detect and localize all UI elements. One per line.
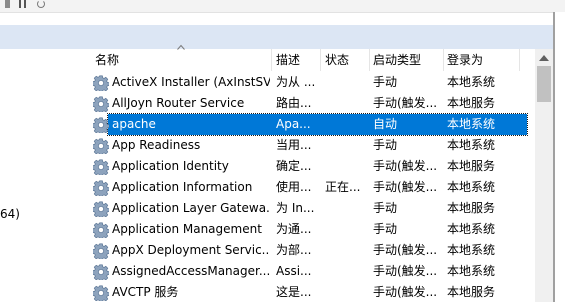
service-startup-type: 手动(触发... [373, 285, 438, 299]
service-description: 为从 ... [276, 75, 316, 89]
service-log-on-as: 本地系统 [447, 243, 496, 257]
gear-icon [92, 117, 110, 135]
pause-icon[interactable] [19, 0, 26, 8]
table-row[interactable]: Application Layer Gatewa... 为 In... 手动 本地服务 [84, 198, 534, 219]
gear-icon [92, 243, 110, 261]
service-log-on-as: 本地系统 [447, 75, 496, 89]
gear-icon [92, 264, 110, 282]
service-startup-type: 自动 [373, 117, 398, 131]
service-startup-type: 手动(触发... [373, 180, 438, 194]
vertical-scrollbar[interactable] [535, 49, 553, 302]
window-edge [555, 12, 565, 302]
service-description: 这是... [276, 285, 312, 299]
table-row[interactable]: AppX Deployment Servic... 为部... 手动(触发... 本地… [84, 240, 534, 261]
gear-icon [92, 75, 110, 93]
service-startup-type: 手动(触发... [373, 96, 438, 110]
service-log-on-as: 本地系统 [447, 117, 496, 131]
service-log-on-as: 本地服务 [447, 96, 496, 110]
gear-icon [92, 222, 110, 240]
service-log-on-as: 本地服务 [447, 285, 496, 299]
service-log-on-as: 本地服务 [447, 159, 496, 173]
table-row[interactable]: ActiveX Installer (AxInstSV) 为从 ... 手动 本地系统 [84, 72, 534, 93]
column-headers: 名称 描述 状态 启动类型 登录为 [84, 49, 534, 71]
table-row[interactable]: App Readiness 当用... 手动 本地系统 [84, 135, 534, 156]
description-pane: 64) [0, 49, 84, 302]
service-description: 使用... [276, 180, 312, 194]
gear-icon [92, 96, 110, 114]
service-startup-type: 手动(触发... [373, 264, 438, 278]
service-name: AssignedAccessManager... [112, 264, 270, 278]
service-description: Assi... [276, 264, 312, 278]
service-description: 为 In... [276, 201, 315, 215]
service-status: 正在... [325, 180, 361, 194]
service-description: 为通... [276, 222, 312, 236]
column-header-name[interactable]: 名称 [91, 49, 271, 71]
service-startup-type: 手动 [373, 138, 398, 152]
column-header-startup-type[interactable]: 启动类型 [369, 49, 445, 71]
table-row[interactable]: Application Management 为通... 手动 本地系统 [84, 219, 534, 240]
service-name: Application Management [112, 222, 262, 236]
column-header-log-on-as[interactable]: 登录为 [443, 49, 519, 71]
service-log-on-as: 本地系统 [447, 264, 496, 278]
service-name: AllJoyn Router Service [112, 96, 245, 110]
gear-icon [92, 180, 110, 198]
service-startup-type: 手动 [373, 222, 398, 236]
table-row[interactable]: AllJoyn Router Service 路由... 手动(触发... 本地服务 [84, 93, 534, 114]
service-name: AppX Deployment Servic... [112, 243, 270, 257]
service-description: 为部... [276, 243, 312, 257]
gear-icon [92, 285, 110, 303]
service-name: AVCTP 服务 [112, 285, 179, 299]
header-band [0, 25, 565, 49]
service-name: apache [112, 117, 156, 131]
service-name: Application Information [112, 180, 253, 194]
service-log-on-as: 本地系统 [447, 222, 496, 236]
service-startup-type: 手动 [373, 75, 398, 89]
service-startup-type: 手动 [373, 201, 398, 215]
service-description: 当用... [276, 138, 312, 152]
service-description: 路由... [276, 96, 312, 110]
table-row[interactable]: Application Identity 确定... 手动(触发... 本地服务 [84, 156, 534, 177]
column-header-description[interactable]: 描述 [272, 49, 320, 71]
service-name: Application Identity [112, 159, 229, 173]
service-name: Application Layer Gatewa... [112, 201, 270, 215]
service-log-on-as: 本地系统 [447, 138, 496, 152]
gear-icon [92, 159, 110, 177]
table-row[interactable]: apache Apa... 自动 本地系统 [84, 113, 534, 136]
restart-icon[interactable] [37, 0, 45, 8]
gear-icon [92, 138, 110, 156]
toolbar-icon[interactable] [5, 0, 10, 8]
table-row[interactable]: AssignedAccessManager... Assi... 手动(触发... 本… [84, 261, 534, 282]
scroll-thumb[interactable] [537, 66, 551, 102]
table-row[interactable]: Application Information 使用... 正在... 手动(触发..… [84, 177, 534, 198]
service-startup-type: 手动(触发... [373, 243, 438, 257]
gear-icon [92, 201, 110, 219]
service-log-on-as: 本地系统 [447, 180, 496, 194]
service-startup-type: 手动(触发... [373, 159, 438, 173]
service-name: ActiveX Installer (AxInstSV) [112, 75, 270, 89]
table-row[interactable]: AVCTP 服务 这是... 手动(触发... 本地服务 [84, 282, 534, 303]
description-pane-text: 64) [0, 207, 20, 221]
service-log-on-as: 本地服务 [447, 201, 496, 215]
service-name: App Readiness [112, 138, 201, 152]
scroll-up-arrow-icon[interactable] [539, 55, 549, 61]
column-header-status[interactable]: 状态 [321, 49, 369, 71]
column-divider[interactable] [519, 49, 520, 71]
toolbar [0, 0, 565, 13]
service-description: 确定... [276, 159, 312, 173]
service-description: Apa... [276, 117, 311, 131]
